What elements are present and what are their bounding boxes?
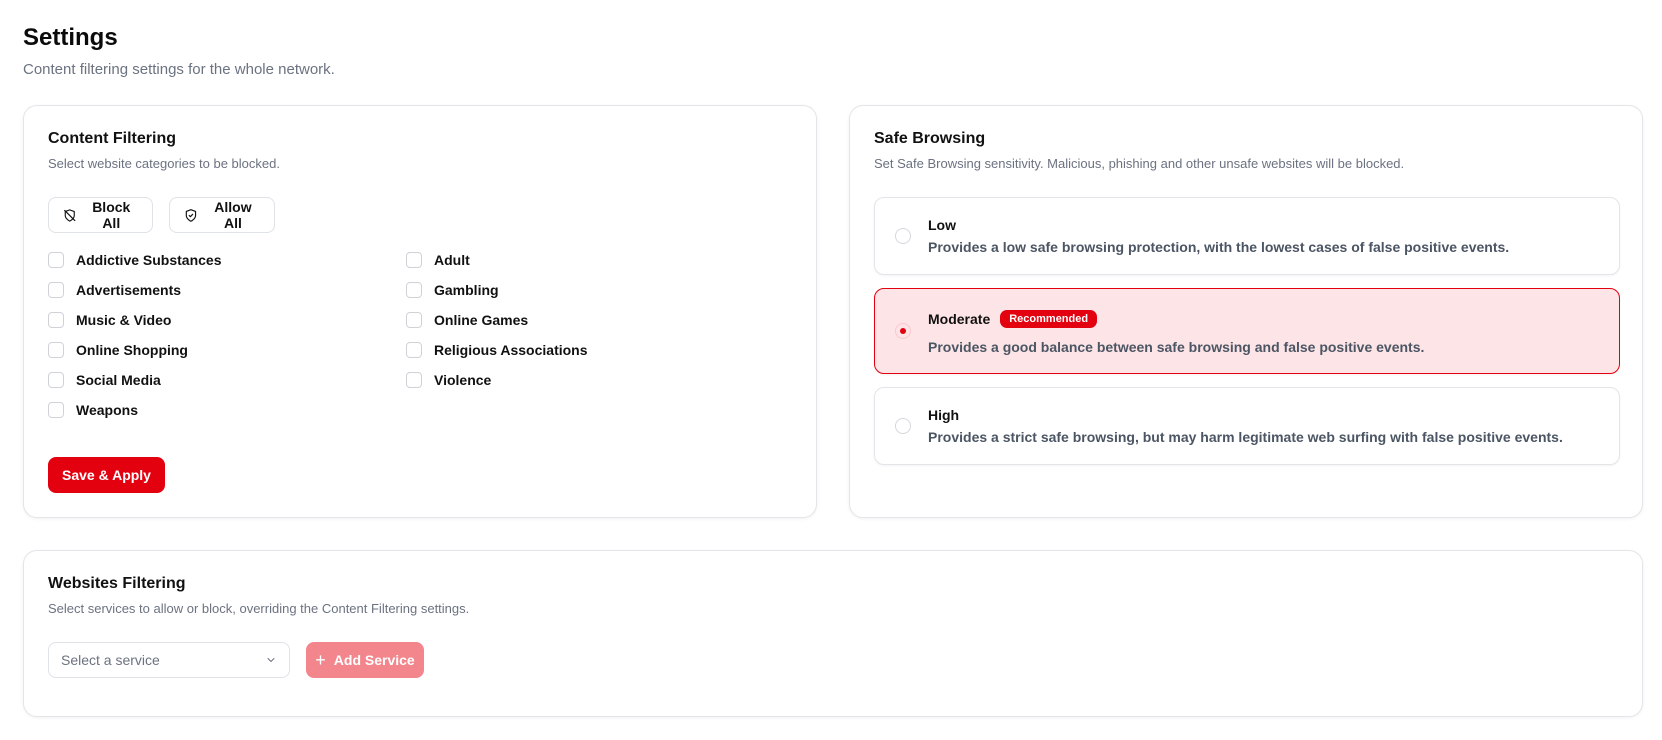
- category-online-shopping[interactable]: Online Shopping: [48, 340, 188, 360]
- service-select[interactable]: Select a service: [48, 642, 290, 678]
- category-social-media[interactable]: Social Media: [48, 370, 161, 390]
- safe-browsing-title: Safe Browsing: [874, 130, 986, 147]
- category-checkbox[interactable]: [48, 252, 64, 268]
- option-title: Low: [928, 217, 956, 233]
- option-title-text: Low: [928, 217, 956, 233]
- category-online-games[interactable]: Online Games: [406, 310, 528, 330]
- block-all-label: Block All: [92, 199, 131, 231]
- category-label: Online Games: [434, 312, 529, 328]
- safe-browsing-description: Set Safe Browsing sensitivity. Malicious…: [874, 156, 1405, 171]
- recommended-badge: Recommended: [1000, 310, 1098, 328]
- sensitivity-option-high[interactable]: High Provides a strict safe browsing, bu…: [874, 387, 1620, 465]
- content-filtering-card: Content Filtering Select website categor…: [23, 105, 817, 518]
- category-label: Violence: [434, 372, 492, 388]
- plus-icon: +: [315, 650, 326, 670]
- option-description: Provides a good balance between safe bro…: [928, 339, 1425, 355]
- category-label: Online Shopping: [76, 342, 188, 358]
- allow-all-label: Allow All: [214, 199, 252, 231]
- category-label: Advertisements: [76, 282, 182, 298]
- category-violence[interactable]: Violence: [406, 370, 491, 390]
- category-label: Adult: [434, 252, 470, 268]
- category-checkbox[interactable]: [48, 312, 64, 328]
- settings-page: Settings Content filtering settings for …: [0, 0, 1662, 740]
- category-checkbox[interactable]: [48, 402, 64, 418]
- allow-all-button[interactable]: Allow All: [169, 197, 275, 233]
- save-apply-button[interactable]: Save & Apply: [48, 457, 165, 493]
- websites-filtering-card: Websites Filtering Select services to al…: [23, 550, 1643, 717]
- shield-check-icon: [185, 208, 197, 222]
- option-title-text: High: [928, 407, 960, 423]
- category-checkbox[interactable]: [48, 372, 64, 388]
- category-checkbox[interactable]: [406, 282, 422, 298]
- category-list: Addictive Substances Advertisements Musi…: [48, 250, 788, 440]
- category-advertisements[interactable]: Advertisements: [48, 280, 181, 300]
- category-label: Social Media: [76, 372, 161, 388]
- option-description: Provides a low safe browsing protection,…: [928, 239, 1510, 255]
- radio-button-selected[interactable]: [895, 323, 911, 339]
- block-all-button[interactable]: Block All: [48, 197, 153, 233]
- category-checkbox[interactable]: [406, 252, 422, 268]
- category-weapons[interactable]: Weapons: [48, 400, 138, 420]
- sensitivity-option-moderate[interactable]: Moderate Recommended Provides a good bal…: [874, 288, 1620, 374]
- websites-filtering-description: Select services to allow or block, overr…: [48, 601, 470, 616]
- category-addictive-substances[interactable]: Addictive Substances: [48, 250, 222, 270]
- category-label: Religious Associations: [434, 342, 588, 358]
- category-religious-associations[interactable]: Religious Associations: [406, 340, 588, 360]
- category-checkbox[interactable]: [48, 282, 64, 298]
- category-checkbox[interactable]: [406, 372, 422, 388]
- sensitivity-option-low[interactable]: Low Provides a low safe browsing protect…: [874, 197, 1620, 275]
- category-checkbox[interactable]: [406, 312, 422, 328]
- websites-filtering-title: Websites Filtering: [48, 575, 186, 592]
- category-checkbox[interactable]: [406, 342, 422, 358]
- option-description: Provides a strict safe browsing, but may…: [928, 429, 1563, 445]
- add-service-label: Add Service: [333, 652, 415, 668]
- content-filtering-description: Select website categories to be blocked.: [48, 156, 280, 171]
- service-select-placeholder: Select a service: [61, 652, 160, 668]
- radio-dot: [900, 328, 906, 334]
- category-label: Addictive Substances: [76, 252, 222, 268]
- page-subtitle: Content filtering settings for the whole…: [23, 61, 335, 78]
- radio-button[interactable]: [895, 418, 911, 434]
- safe-browsing-card: Safe Browsing Set Safe Browsing sensitiv…: [849, 105, 1643, 518]
- option-title-text: Moderate: [928, 311, 991, 327]
- content-filtering-title: Content Filtering: [48, 130, 176, 147]
- category-music-video[interactable]: Music & Video: [48, 310, 171, 330]
- category-label: Weapons: [76, 402, 138, 418]
- category-label: Gambling: [434, 282, 499, 298]
- page-title: Settings: [23, 24, 118, 51]
- chevron-down-icon: [267, 658, 275, 662]
- option-title: High: [928, 407, 959, 423]
- category-gambling[interactable]: Gambling: [406, 280, 499, 300]
- radio-button[interactable]: [895, 228, 911, 244]
- add-service-button[interactable]: + Add Service: [306, 642, 424, 678]
- category-label: Music & Video: [76, 312, 172, 328]
- shield-off-icon: [64, 208, 76, 222]
- category-checkbox[interactable]: [48, 342, 64, 358]
- option-title: Moderate Recommended: [928, 310, 1098, 328]
- category-adult[interactable]: Adult: [406, 250, 470, 270]
